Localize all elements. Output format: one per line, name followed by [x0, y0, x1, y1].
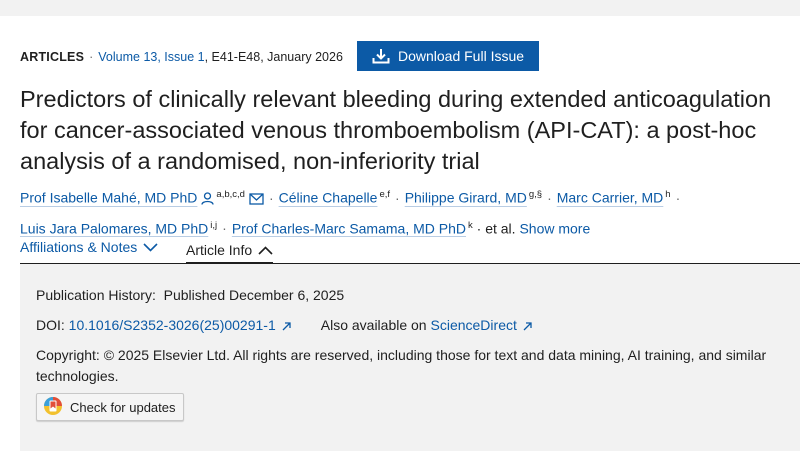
author-affiliation-marker: h: [665, 189, 671, 200]
publication-history: Publication History: Published December …: [36, 287, 344, 303]
article-type: ARTICLES: [20, 50, 85, 64]
doi-link[interactable]: 10.1016/S2352-3026(25)00291-1: [69, 317, 276, 333]
crossmark-icon: [43, 396, 63, 419]
author-link[interactable]: Céline Chapelle: [279, 190, 378, 206]
author-link[interactable]: Prof Charles-Marc Samama, MD PhD: [232, 220, 466, 236]
doi-row: DOI: 10.1016/S2352-3026(25)00291-1 Also …: [36, 317, 533, 336]
history-label: Publication History:: [36, 287, 156, 303]
person-icon: [201, 187, 215, 213]
meta-separator: ·: [89, 50, 94, 64]
check-for-updates-label: Check for updates: [70, 399, 176, 415]
author-link[interactable]: Prof Isabelle Mahé, MD PhD: [20, 190, 197, 206]
check-for-updates-button[interactable]: Check for updates: [36, 393, 184, 421]
author-affiliation-marker: i,j: [210, 219, 218, 231]
author-affiliation-marker: k: [468, 219, 473, 231]
tab-label: Article Info: [186, 241, 253, 258]
et-al-text: · et al.: [476, 220, 516, 237]
author-link[interactable]: Luis Jara Palomares, MD PhD: [20, 220, 208, 236]
mail-icon[interactable]: [249, 187, 264, 213]
author-separator: ·: [547, 189, 552, 206]
article-tabs: Affiliations & Notes Article Info: [20, 237, 800, 265]
also-available-label: Also available on: [320, 317, 427, 333]
download-full-issue-button[interactable]: Download Full Issue: [357, 41, 539, 71]
author-affiliation-marker: a,b,c,d: [216, 189, 245, 200]
tab-label: Affiliations & Notes: [20, 239, 138, 255]
doi-label: DOI:: [36, 317, 65, 333]
author-list: Prof Isabelle Mahé, MD PhD a,b,c,d · Céline…: [20, 182, 790, 241]
show-more-link[interactable]: Show more: [519, 220, 590, 236]
chevron-up-icon: [258, 242, 273, 258]
external-link-icon: [280, 320, 292, 336]
author-separator: ·: [675, 189, 681, 206]
download-button-label: Download Full Issue: [397, 48, 525, 64]
author-separator: ·: [222, 220, 227, 237]
author-affiliation-marker: e,f: [379, 189, 391, 200]
download-icon: [372, 48, 390, 64]
external-link-icon: [521, 320, 533, 336]
author-separator: ·: [268, 189, 274, 206]
sciencedirect-link[interactable]: ScienceDirect: [431, 317, 517, 333]
tab-article-info[interactable]: Article Info: [186, 239, 274, 265]
top-strip: [0, 0, 800, 16]
tab-affiliations-notes[interactable]: Affiliations & Notes: [20, 239, 158, 255]
page-range: , E41-E48, January 2026: [204, 50, 343, 64]
article-title: Predictors of clinically relevant bleedi…: [20, 86, 772, 174]
chevron-down-icon: [143, 239, 158, 255]
volume-issue-link[interactable]: Volume 13, Issue 1: [98, 50, 204, 64]
author-link[interactable]: Philippe Girard, MD: [405, 190, 527, 206]
author-affiliation-marker: g,§: [528, 189, 543, 200]
author-link[interactable]: Marc Carrier, MD: [557, 190, 664, 206]
article-info-panel: Publication History: Published December …: [20, 264, 800, 451]
history-value: Published December 6, 2025: [163, 287, 345, 303]
article-meta: ARTICLES · Volume 13, Issue 1, E41-E48, Ja…: [20, 50, 343, 64]
copyright-text: Copyright: © 2025 Elsevier Ltd. All righ…: [36, 347, 767, 384]
author-separator: ·: [395, 189, 400, 206]
